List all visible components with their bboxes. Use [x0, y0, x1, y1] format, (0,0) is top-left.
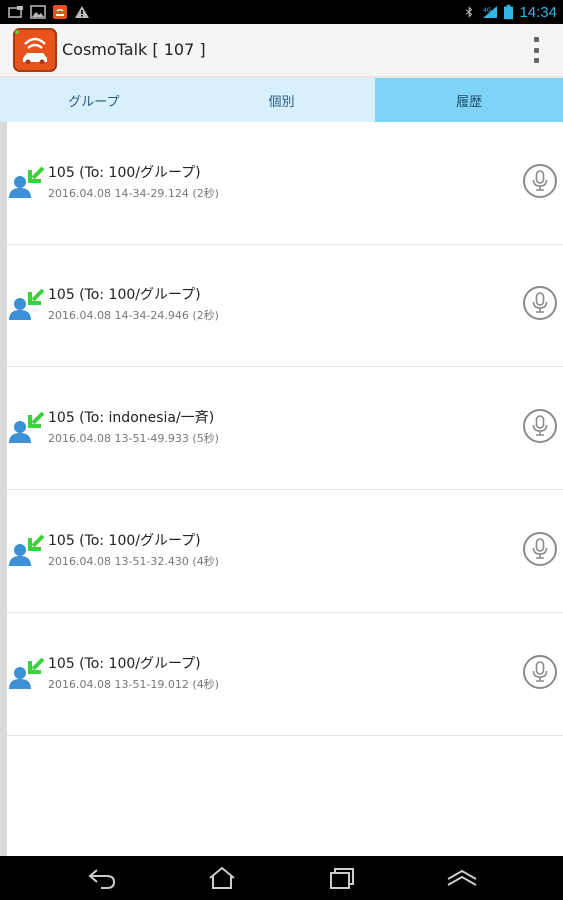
- history-item-title: 105 (To: 100/グループ): [48, 287, 201, 303]
- microphone-icon: [532, 538, 548, 559]
- overflow-dot: [533, 47, 539, 53]
- status-left-icons: [8, 4, 90, 20]
- history-item-title: 105 (To: 100/グループ): [48, 533, 201, 549]
- svg-text:4G: 4G: [483, 7, 492, 14]
- action-bar: CosmoTalk [ 107 ]: [0, 24, 563, 78]
- overflow-dot: [533, 37, 539, 42]
- microphone-play-button[interactable]: [523, 655, 557, 689]
- app-title: CosmoTalk [ 107 ]: [62, 40, 206, 59]
- tab-group[interactable]: グループ: [0, 78, 188, 122]
- microphone-icon: [532, 170, 548, 191]
- tab-history[interactable]: 履歴: [375, 78, 563, 122]
- overflow-dot: [533, 58, 539, 63]
- wifi-icon: 4G: [483, 6, 498, 18]
- incoming-user-icon: [9, 534, 45, 566]
- incoming-user-icon: [9, 411, 45, 443]
- microphone-play-button[interactable]: [523, 164, 557, 198]
- status-right-icons: 4G 14:34: [464, 3, 557, 21]
- navigation-bar: [0, 856, 563, 900]
- menu-up-button[interactable]: [442, 862, 482, 894]
- incoming-user-icon: [9, 288, 45, 320]
- microphone-icon: [532, 292, 548, 313]
- list-edge-shadow: [0, 122, 7, 856]
- history-item[interactable]: 105 (To: 100/グループ) 2016.04.08 13-51-19.0…: [7, 613, 563, 736]
- microphone-icon: [532, 415, 548, 436]
- back-button[interactable]: [82, 862, 122, 894]
- history-item-timestamp: 2016.04.08 13-51-32.430 (4秒): [48, 555, 219, 568]
- microphone-play-button[interactable]: [523, 532, 557, 566]
- history-item-title: 105 (To: indonesia/一斉): [48, 410, 215, 426]
- history-item-timestamp: 2016.04.08 13-51-19.012 (4秒): [48, 678, 219, 691]
- history-item-title: 105 (To: 100/グループ): [48, 165, 201, 181]
- home-icon: [209, 866, 235, 889]
- picture-icon: [30, 5, 46, 19]
- battery-icon: [504, 4, 514, 20]
- overflow-menu-icon[interactable]: [531, 37, 541, 63]
- cosmotalk-notification-icon: [53, 5, 67, 19]
- incoming-user-icon: [9, 657, 45, 689]
- recent-apps-button[interactable]: [322, 862, 362, 894]
- history-item-timestamp: 2016.04.08 14-34-29.124 (2秒): [48, 187, 219, 200]
- clock-time: 14:34: [519, 3, 557, 21]
- history-item-timestamp: 2016.04.08 14-34-24.946 (2秒): [48, 309, 219, 322]
- history-item[interactable]: 105 (To: indonesia/一斉) 2016.04.08 13-51-…: [7, 367, 563, 490]
- tab-bar: グループ 個別 履歴: [0, 78, 563, 122]
- recent-apps-icon: [330, 868, 354, 889]
- history-item-timestamp: 2016.04.08 13-51-49.933 (5秒): [48, 432, 219, 445]
- screenshot-icon: [8, 6, 23, 18]
- history-list: 105 (To: 100/グループ) 2016.04.08 14-34-29.1…: [0, 122, 563, 856]
- bluetooth-icon: [466, 6, 473, 18]
- history-item-title: 105 (To: 100/グループ): [48, 656, 201, 672]
- history-item[interactable]: 105 (To: 100/グループ) 2016.04.08 14-34-29.1…: [7, 122, 563, 245]
- app-logo-graphic: [15, 30, 47, 65]
- home-button[interactable]: [202, 862, 242, 894]
- microphone-play-button[interactable]: [523, 409, 557, 443]
- microphone-play-button[interactable]: [523, 286, 557, 320]
- history-item[interactable]: 105 (To: 100/グループ) 2016.04.08 13-51-32.4…: [7, 490, 563, 613]
- status-bar: 4G 14:34: [0, 0, 563, 24]
- incoming-user-icon: [9, 166, 45, 198]
- microphone-icon: [532, 661, 548, 682]
- cosmotalk-app-icon[interactable]: [13, 28, 57, 72]
- warning-icon: [75, 6, 89, 18]
- back-icon: [88, 869, 116, 889]
- tab-individual[interactable]: 個別: [188, 78, 376, 122]
- menu-up-icon: [447, 869, 477, 886]
- history-item[interactable]: 105 (To: 100/グループ) 2016.04.08 14-34-24.9…: [7, 244, 563, 367]
